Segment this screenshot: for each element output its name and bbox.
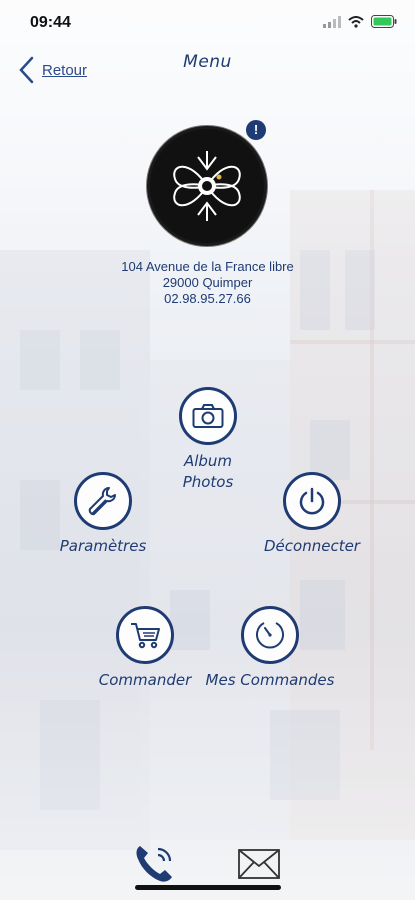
my-orders-button[interactable]: Mes Commandes [200, 606, 340, 691]
alert-badge[interactable]: ! [246, 120, 266, 140]
status-time: 09:44 [30, 14, 71, 31]
album-photos-button[interactable]: Album Photos [175, 387, 241, 493]
logo-emblem-icon [173, 151, 241, 221]
logout-label: Déconnecter [264, 537, 360, 555]
mail-icon [238, 849, 280, 879]
call-button[interactable] [132, 843, 176, 890]
address-city: 29000 Quimper [162, 275, 253, 290]
phone-icon [136, 846, 172, 882]
wifi-icon [348, 15, 364, 28]
signal-icon [323, 15, 341, 28]
email-button[interactable] [238, 849, 280, 884]
battery-icon [371, 15, 397, 28]
home-indicator [135, 885, 281, 890]
status-bar: 09:44 [0, 0, 415, 44]
address-street: 104 Avenue de la France libre [121, 259, 294, 274]
power-icon [299, 487, 325, 515]
address-phone: 02.98.95.27.66 [164, 291, 251, 306]
address-block: 104 Avenue de la France libre 29000 Quim… [0, 259, 415, 307]
logout-button[interactable]: Déconnecter [252, 472, 372, 557]
album-photos-label: Album Photos [182, 452, 234, 491]
page-title: Menu [183, 52, 232, 72]
clock-icon [256, 622, 284, 649]
order-button[interactable]: Commander [90, 606, 200, 691]
settings-label: Paramètres [59, 537, 147, 555]
camera-icon [192, 404, 224, 428]
wrench-icon [88, 487, 116, 516]
order-label: Commander [98, 671, 192, 689]
cart-icon [131, 623, 160, 649]
bottom-bar [0, 835, 415, 900]
my-orders-label: Mes Commandes [205, 671, 335, 689]
settings-button[interactable]: Paramètres [48, 472, 158, 557]
shop-logo [147, 126, 267, 246]
